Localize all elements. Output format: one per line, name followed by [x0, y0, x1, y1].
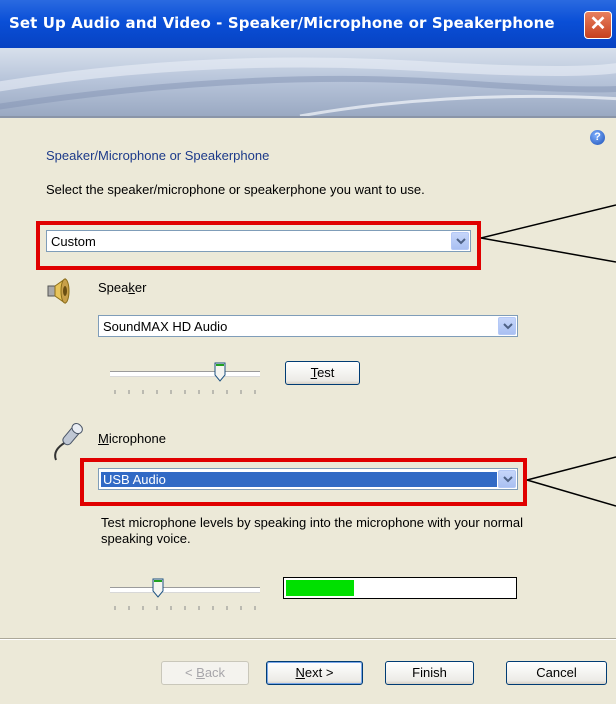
speaker-device-select[interactable]: SoundMAX HD Audio	[98, 315, 518, 337]
speaker-device-value: SoundMAX HD Audio	[103, 319, 228, 334]
cancel-button[interactable]: Cancel	[506, 661, 607, 685]
microphone-volume-ticks	[114, 606, 256, 610]
footer-divider-highlight	[0, 639, 616, 640]
speaker-volume-track	[110, 371, 260, 376]
microphone-note: Test microphone levels by speaking into …	[101, 515, 523, 546]
header-banner	[0, 48, 616, 116]
next-button[interactable]: Next >	[266, 661, 363, 685]
window-title: Set Up Audio and Video - Speaker/Microph…	[9, 14, 555, 32]
speaker-volume-ticks	[114, 390, 256, 394]
microphone-volume-thumb[interactable]	[152, 578, 164, 598]
back-button[interactable]: < Back	[161, 661, 249, 685]
instruction-text: Select the speaker/microphone or speaker…	[46, 182, 425, 197]
close-icon: ✕	[589, 13, 607, 35]
close-button[interactable]: ✕	[584, 11, 612, 39]
speaker-label: Speaker	[98, 280, 147, 295]
banner-swoosh	[0, 57, 616, 116]
microphone-select-highlight	[80, 458, 527, 506]
speaker-icon	[47, 278, 70, 304]
microphone-level-meter	[283, 577, 517, 599]
speaker-volume-thumb[interactable]	[214, 362, 226, 382]
microphone-level-fill	[286, 580, 354, 596]
microphone-label: Microphone	[98, 431, 166, 446]
banner-divider	[0, 116, 616, 118]
microphone-volume-track	[110, 587, 260, 592]
section-heading: Speaker/Microphone or Speakerphone	[46, 148, 270, 163]
help-icon[interactable]: ?	[590, 130, 605, 145]
chevron-down-icon[interactable]	[498, 317, 516, 335]
device-select-highlight	[36, 221, 481, 270]
title-bar: Set Up Audio and Video - Speaker/Microph…	[0, 0, 616, 48]
test-speaker-button[interactable]: Test	[285, 361, 360, 385]
finish-button[interactable]: Finish	[385, 661, 474, 685]
